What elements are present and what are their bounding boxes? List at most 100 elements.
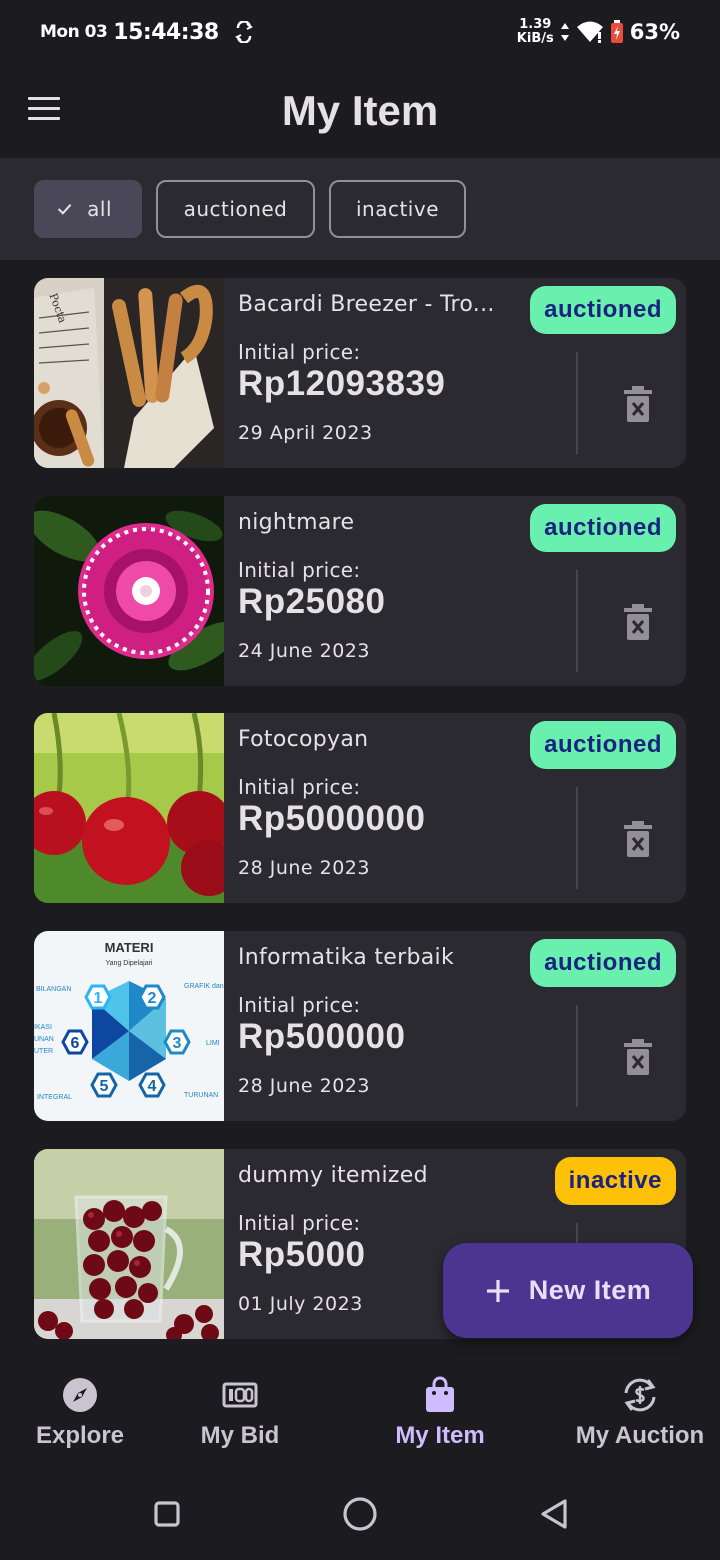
home-icon[interactable]	[340, 1494, 380, 1534]
materi-title: MATERI	[105, 940, 154, 955]
status-badge: auctioned	[530, 939, 676, 987]
diagram-number: 4	[148, 1078, 157, 1095]
filter-chip-label: inactive	[355, 197, 440, 221]
status-clock: Mon 03 15:44:38	[40, 20, 253, 45]
shopping-bag-icon	[426, 1376, 454, 1412]
diagram-label: TURUNAN	[184, 1092, 218, 1099]
filter-chip-all[interactable]: all	[34, 180, 142, 238]
cherries-glass-photo	[34, 1149, 224, 1339]
diagram-label: GRAFIK dan	[184, 983, 224, 990]
nav-item-my-auction[interactable]: My Auction	[560, 1376, 720, 1450]
item-date: 29 April 2023	[238, 422, 373, 444]
status-badge: auctioned	[530, 504, 676, 552]
divider	[576, 570, 578, 672]
filter-chip-inactive[interactable]: inactive	[329, 180, 466, 238]
status-time: 15:44:38	[113, 19, 219, 45]
item-date: 24 June 2023	[238, 640, 370, 662]
item-image: Pocta	[34, 278, 224, 468]
item-date: 28 June 2023	[238, 1075, 370, 1097]
divider	[576, 787, 578, 889]
item-image	[34, 496, 224, 686]
pink-flower-photo	[34, 496, 224, 686]
divider	[576, 352, 578, 454]
item-card[interactable]: MATERI Yang Dipelajari 1 2 3 4 5 6 BILAN…	[34, 931, 686, 1121]
item-price: Rp500000	[238, 1017, 406, 1056]
back-icon[interactable]	[535, 1494, 575, 1534]
check-icon	[57, 204, 72, 215]
diagram-label: UTER	[34, 1048, 53, 1055]
filter-chip-label: auctioned	[183, 197, 288, 221]
data-arrows-icon	[560, 23, 569, 41]
hamburger-menu-icon[interactable]	[28, 88, 68, 128]
item-image	[34, 713, 224, 903]
filter-chip-label: all	[87, 197, 112, 221]
page-title: My Item	[281, 87, 439, 134]
cherries-photo	[34, 713, 224, 903]
recent-apps-icon[interactable]	[147, 1494, 187, 1534]
diagram-label: UNAN	[34, 1036, 54, 1043]
auction-sync-icon	[624, 1378, 656, 1412]
nav-label: My Bid	[200, 1422, 280, 1449]
status-day: Mon 03	[40, 22, 108, 42]
item-card[interactable]: Fotocopyan Initial price: Rp5000000 28 J…	[34, 713, 686, 903]
compass-icon	[63, 1378, 97, 1412]
nav-item-my-item[interactable]: My Item	[360, 1376, 520, 1450]
network-speed: 1.39 KiB/s	[517, 18, 554, 46]
status-indicators: 1.39 KiB/s 63%	[517, 18, 680, 46]
battery-percentage: 63%	[629, 20, 680, 44]
item-name: Informatika terbaik	[238, 945, 454, 970]
diagram-number: 3	[173, 1035, 182, 1052]
plus-icon	[486, 1279, 509, 1302]
delete-icon[interactable]	[622, 604, 654, 640]
filter-bar: all auctioned inactive	[0, 158, 720, 260]
item-name: Bacardi Breezer - Tro...	[238, 292, 495, 317]
delete-icon[interactable]	[622, 1039, 654, 1075]
item-name: Fotocopyan	[238, 727, 369, 752]
diagram-label: INTEGRAL	[37, 1094, 72, 1101]
materi-diagram-image: MATERI Yang Dipelajari 1 2 3 4 5 6 BILAN…	[34, 931, 224, 1121]
bid-icon	[222, 1382, 258, 1408]
item-price: Rp12093839	[238, 364, 446, 403]
materi-subtitle: Yang Dipelajari	[106, 960, 153, 967]
diagram-label: LIMI	[206, 1040, 220, 1047]
churros-photo: Pocta	[34, 278, 224, 468]
status-badge: auctioned	[530, 721, 676, 769]
battery-icon	[610, 20, 623, 43]
network-speed-unit: KiB/s	[516, 31, 554, 46]
sync-icon	[234, 21, 253, 43]
item-image: MATERI Yang Dipelajari 1 2 3 4 5 6 BILAN…	[34, 931, 224, 1121]
item-name: nightmare	[238, 510, 355, 535]
nav-item-explore[interactable]: Explore	[0, 1376, 160, 1450]
diagram-number: 6	[71, 1035, 80, 1052]
status-badge: inactive	[554, 1157, 676, 1205]
new-item-label: New Item	[528, 1275, 652, 1305]
status-badge: auctioned	[530, 286, 676, 334]
item-price: Rp5000	[238, 1235, 366, 1274]
network-speed-value: 1.39	[519, 17, 552, 32]
nav-label: Explore	[35, 1422, 125, 1449]
item-card[interactable]: nightmare Initial price: Rp25080 24 June…	[34, 496, 686, 686]
bottom-navigation: Explore My Bid My Item My Auction	[0, 1362, 720, 1472]
system-navigation	[0, 1472, 720, 1560]
item-image	[34, 1149, 224, 1339]
delete-icon[interactable]	[622, 821, 654, 857]
diagram-number: 5	[100, 1078, 109, 1095]
filter-chip-auctioned[interactable]: auctioned	[156, 180, 315, 238]
item-date: 01 July 2023	[238, 1293, 363, 1315]
item-date: 28 June 2023	[238, 857, 370, 879]
app-bar: My Item	[0, 64, 720, 158]
item-price: Rp25080	[238, 582, 386, 621]
status-bar: Mon 03 15:44:38 1.39 KiB/s 63%	[0, 0, 720, 64]
delete-icon[interactable]	[622, 386, 654, 422]
diagram-number: 2	[148, 990, 157, 1007]
price-label: Initial price:	[238, 340, 361, 364]
new-item-button[interactable]: New Item	[443, 1243, 693, 1338]
price-label: Initial price:	[238, 1211, 361, 1235]
price-label: Initial price:	[238, 775, 361, 799]
item-card[interactable]: Pocta Bacardi Breezer - Tro... Initial p…	[34, 278, 686, 468]
diagram-label: IKASI	[34, 1024, 52, 1031]
nav-item-my-bid[interactable]: My Bid	[160, 1376, 320, 1450]
nav-label: My Auction	[575, 1422, 705, 1449]
diagram-label: BILANGAN	[36, 986, 71, 993]
wifi-icon	[576, 21, 603, 43]
